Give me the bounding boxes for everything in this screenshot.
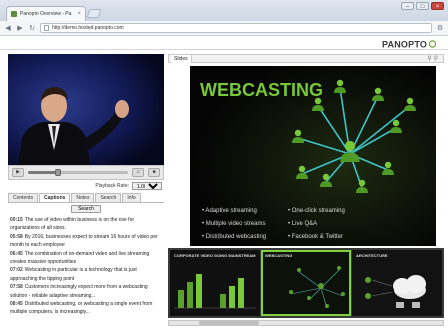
slide-thumbnails: CORPORATE VIDEO GOING MAINSTREAM WEBCAST… [168, 248, 444, 318]
caption-time: 08:45 [10, 301, 23, 308]
caption-time: 00:15 [10, 217, 23, 223]
tab-search[interactable]: Search [95, 193, 122, 202]
address-bar[interactable]: http://demo.hosted.panopto.com [40, 23, 432, 33]
thumbnail-scrollbar[interactable] [168, 320, 444, 326]
slide-title: WEBCASTING [200, 80, 323, 100]
search-row: Search [8, 205, 164, 215]
caption-text: The combination of on-demand video and l… [10, 250, 150, 266]
logo-wordmark: PANOPTO [382, 40, 437, 50]
play-icon[interactable]: ▶ [12, 168, 24, 177]
thumbnail-2[interactable]: WEBCASTING [261, 250, 351, 316]
caption-row[interactable]: 05:58 By 2016, businesses expect to strea… [10, 233, 162, 250]
caption-time: 07:02 [10, 267, 23, 274]
slide-bullet: • Facebook & Twitter [288, 234, 343, 240]
seek-handle[interactable] [55, 169, 61, 176]
thumbnail-1[interactable]: CORPORATE VIDEO GOING MAINSTREAM [170, 250, 260, 316]
close-window-button[interactable]: × [431, 2, 444, 10]
main-slide: WEBCASTING • Adaptive streaming • Multipl… [190, 66, 436, 246]
caption-row[interactable]: 00:15 The use of video within business is… [10, 216, 162, 233]
caption-time: 06:45 [10, 250, 23, 257]
slide-bullet: • Live Q&A [288, 221, 317, 227]
playback-rate-label: Playback Rate: [95, 183, 129, 189]
caption-text: Customers increasingly expect more from … [10, 284, 148, 299]
thumbnail-2-label: WEBCASTING [265, 253, 293, 258]
slide-bullet: • One-click streaming [288, 208, 345, 214]
caption-row[interactable]: 06:45 The combination of on-demand video … [10, 250, 162, 267]
caption-row[interactable]: 08:45 Distributed webcasting, or webcasti… [10, 300, 162, 317]
search-button[interactable]: Search [71, 205, 101, 213]
browser-tabstrip: Panopto Overview - Pa × – □ × [0, 0, 448, 21]
caption-text: The use of video within business is on t… [10, 217, 135, 232]
app-header: PANOPTO [0, 36, 448, 50]
thumbnail-3-label: ARCHITECTURE [356, 253, 388, 258]
maximize-button[interactable]: □ [416, 2, 429, 10]
tab-captions[interactable]: Captions [39, 193, 71, 202]
wrench-icon[interactable]: ⚙ [436, 24, 444, 32]
slide-bullet: • Adaptive streaming [202, 208, 257, 214]
slide-bullet: • Multiple video streams [202, 221, 265, 227]
video-player[interactable] [8, 54, 164, 165]
fullscreen-icon[interactable]: ■ [148, 168, 160, 177]
caption-row[interactable]: 07:58 Customers increasingly expect more … [10, 283, 162, 300]
new-tab-button[interactable] [86, 9, 102, 18]
favicon-icon [11, 11, 17, 17]
page-icon [44, 25, 49, 31]
url-text: http://demo.hosted.panopto.com [52, 25, 124, 31]
playback-rate-row: Playback Rate: 1.00x (normal) [8, 181, 164, 191]
tab-info[interactable]: Info [122, 193, 141, 202]
caption-time: 07:58 [10, 284, 23, 291]
logo-text: PANOPTO [382, 40, 427, 50]
caption-text: By 2016, businesses expect to stream 16 … [10, 233, 158, 249]
arrow-left-icon[interactable]: ◀ [4, 24, 12, 33]
caption-text: Webcasting in particular is a technology… [10, 267, 137, 282]
thumbnail-1-label: CORPORATE VIDEO GOING MAINSTREAM [174, 253, 256, 258]
scrollbar-thumb[interactable] [199, 321, 259, 325]
player-controls: ▶ ♫ ■ [8, 165, 164, 180]
speaker-video [8, 54, 164, 165]
app-window: Panopto Overview - Pa × – □ × ◀ ▶ ↻ http… [0, 0, 448, 328]
caption-time: 05:58 [10, 233, 23, 240]
captions-list: 00:15 The use of video within business is… [8, 216, 164, 320]
minimize-button[interactable]: – [401, 2, 414, 10]
volume-icon[interactable]: ♫ [132, 168, 144, 177]
caption-row[interactable]: 07:02 Webcasting in particular is a techn… [10, 266, 162, 283]
window-controls: – □ × [401, 2, 444, 10]
arrow-right-icon[interactable]: ▶ [16, 24, 24, 33]
reload-icon[interactable]: ↻ [28, 24, 36, 33]
caption-text: Distributed webcasting, or webcasting a … [10, 301, 153, 316]
tab-close-icon[interactable]: × [77, 11, 81, 17]
tab-contents[interactable]: Contents [8, 193, 39, 202]
thumbnail-3-graphic [352, 250, 442, 316]
side-tabs: Contents Captions Notes Search Info [8, 193, 164, 203]
seek-bar[interactable] [28, 169, 128, 176]
tab-notes[interactable]: Notes [71, 193, 95, 202]
tab-slides[interactable]: Slides [171, 55, 192, 63]
thumbnail-2-graphic [261, 250, 351, 316]
seek-progress [28, 171, 58, 174]
slide-bullet: • Distributed webcasting [202, 234, 266, 240]
slides-tabbar: Slides ⚲⚲ [168, 54, 444, 63]
playback-rate-select[interactable]: 1.00x (normal) [132, 182, 162, 190]
browser-tab[interactable]: Panopto Overview - Pa × [6, 6, 86, 21]
browser-tab-title: Panopto Overview - Pa [20, 11, 72, 17]
slide-graphic: WEBCASTING • Adaptive streaming • Multipl… [190, 66, 436, 246]
panopto-logo: PANOPTO [382, 39, 442, 51]
thumbnail-1-graphic [170, 250, 260, 316]
browser-toolbar: ◀ ▶ ↻ http://demo.hosted.panopto.com ⚙ [0, 21, 448, 36]
zoom-icon[interactable]: ⚲⚲ [427, 55, 440, 63]
thumbnail-3[interactable]: ARCHITECTURE [352, 250, 442, 316]
